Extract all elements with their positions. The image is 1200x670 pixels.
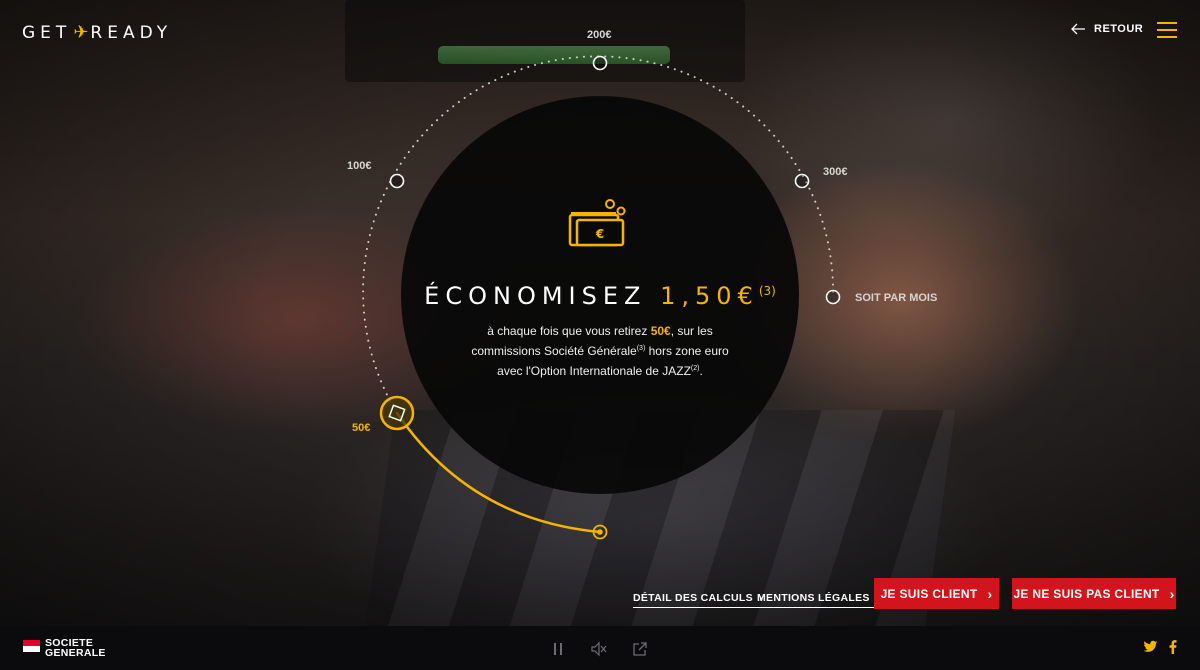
chevron-right-icon: › <box>1169 585 1175 602</box>
dial-label-200: 200€ <box>587 29 612 41</box>
share-icon[interactable] <box>632 641 648 657</box>
dial-node-monthly[interactable] <box>825 289 841 305</box>
legal-notices-link[interactable]: MENTIONS LÉGALES› <box>757 592 880 608</box>
twitter-icon[interactable] <box>1143 640 1158 654</box>
sg-mark-icon <box>23 640 40 652</box>
savings-amount: 1,50€(3) <box>660 282 776 310</box>
dial-label-50: 50€ <box>352 422 371 434</box>
dial-label-monthly: SOIT PAR MOIS <box>855 292 938 304</box>
pause-icon[interactable] <box>550 641 566 657</box>
headline-prefix: ÉCONOMISEZ <box>424 282 647 310</box>
societe-generale-logo[interactable]: SOCIETE GENERALE <box>23 638 106 658</box>
savings-description: à chaque fois que vous retirez 50€, sur … <box>471 324 729 378</box>
dial-label-100: 100€ <box>347 160 372 172</box>
chevron-right-icon: › <box>987 585 993 602</box>
wallet-icon: € <box>568 199 626 247</box>
savings-headline: ÉCONOMISEZ 1,50€(3) <box>401 274 799 313</box>
facebook-icon[interactable] <box>1169 640 1177 654</box>
dial-node-200[interactable] <box>592 55 608 71</box>
calculation-details-link[interactable]: DÉTAIL DES CALCULS › <box>633 592 763 608</box>
dial-node-100[interactable] <box>389 173 405 189</box>
dial-label-300: 300€ <box>823 166 848 178</box>
dial-node-300[interactable] <box>794 173 810 189</box>
headline-note: (3) <box>758 284 776 298</box>
client-button[interactable]: JE SUIS CLIENT › <box>874 578 999 609</box>
svg-text:€: € <box>595 227 604 241</box>
withdrawal-amount: 50€ <box>650 324 671 338</box>
mute-icon[interactable] <box>591 641 607 657</box>
dial-handle[interactable] <box>379 395 415 431</box>
not-client-button[interactable]: JE NE SUIS PAS CLIENT › <box>1012 578 1176 609</box>
